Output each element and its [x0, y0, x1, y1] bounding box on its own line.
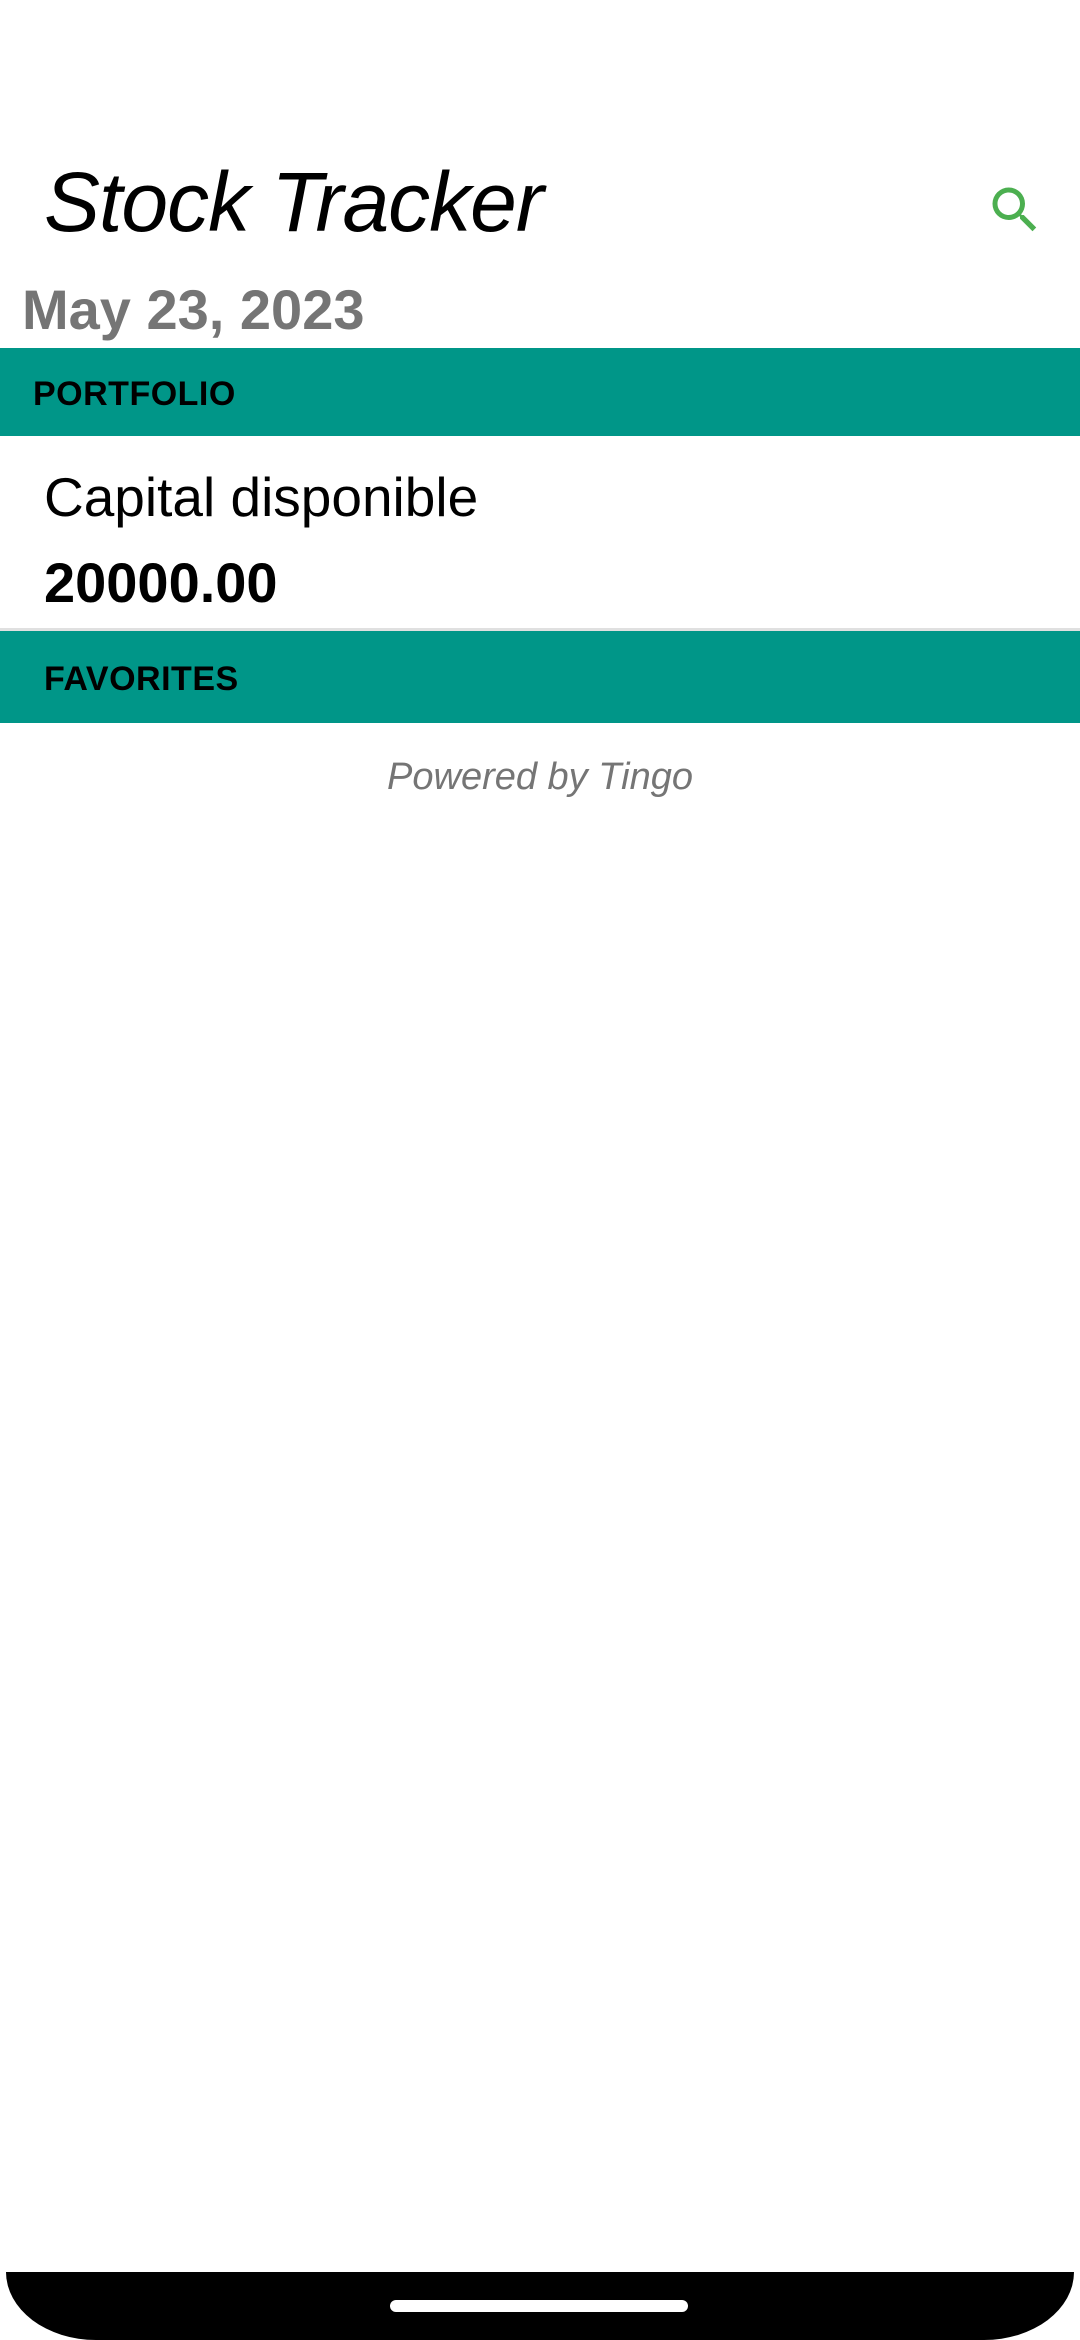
app-title: Stock Tracker — [44, 155, 544, 249]
portfolio-section-header: PORTFOLIO — [0, 348, 1080, 436]
favorites-header-label: FAVORITES — [44, 660, 239, 698]
capital-label: Capital disponible — [44, 466, 479, 528]
app-screen: Stock Tracker May 23, 2023 PORTFOLIO Cap… — [0, 0, 1080, 2340]
home-indicator[interactable] — [390, 2300, 688, 2312]
search-icon — [992, 187, 1037, 232]
app-header: Stock Tracker — [0, 150, 1080, 270]
capital-value: 20000.00 — [44, 551, 278, 614]
favorites-section-header: FAVORITES — [0, 631, 1080, 723]
search-button[interactable] — [975, 170, 1055, 250]
current-date: May 23, 2023 — [22, 278, 365, 341]
portfolio-header-label: PORTFOLIO — [33, 375, 236, 413]
powered-by-text: Powered by Tingo — [387, 756, 693, 798]
